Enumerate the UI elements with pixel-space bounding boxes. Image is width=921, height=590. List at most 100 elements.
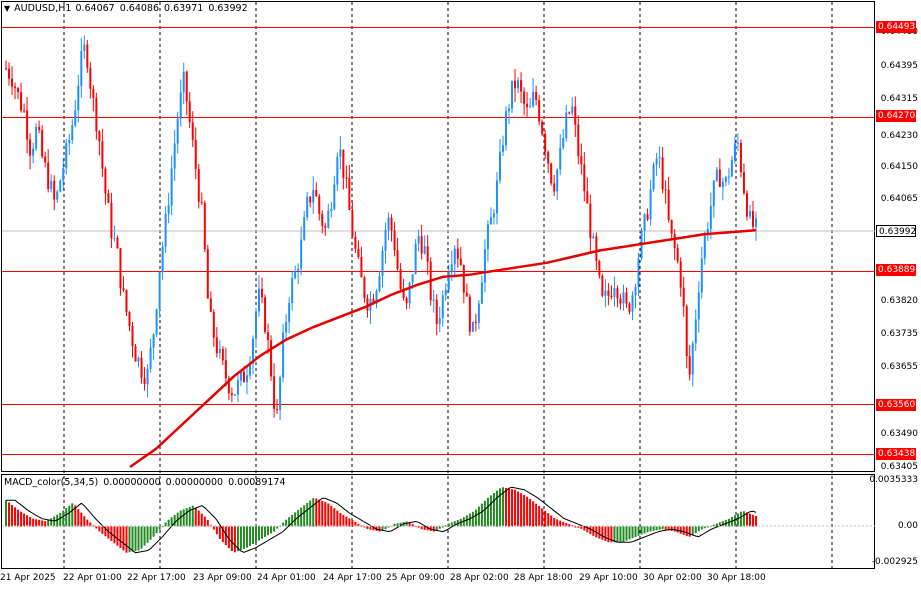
candle-body (200, 201, 203, 203)
macd-bar (733, 515, 736, 527)
macd-bar (438, 526, 441, 529)
candle-body (595, 236, 598, 261)
level-label[interactable]: 0.64270 (876, 110, 916, 122)
macd-bar (5, 500, 7, 527)
candle-body (673, 233, 676, 248)
candle-body (679, 261, 682, 288)
candle-body (119, 248, 122, 289)
candle-body (26, 110, 29, 140)
candle-body (351, 210, 354, 237)
macd-bar (17, 509, 20, 527)
candle-body (38, 126, 41, 130)
candle-body (544, 134, 547, 152)
candle-body (495, 180, 498, 214)
candle-body (179, 92, 182, 119)
level-label[interactable]: 0.64493 (876, 21, 916, 33)
price-tick: 0.63490 (880, 429, 918, 439)
candle-body (116, 237, 119, 249)
macd-bar (318, 499, 321, 527)
level-label[interactable]: 0.63889 (876, 264, 916, 276)
price-tick: 0.63735 (880, 329, 918, 339)
candle-body (583, 164, 586, 192)
macd-value-1: 0.00000000 (103, 477, 161, 488)
chevron-down-icon[interactable]: ▼ (4, 4, 10, 13)
candle-body (664, 189, 667, 191)
level-label[interactable]: 0.63438 (876, 448, 916, 460)
candle-body (71, 125, 74, 141)
macd-bar (691, 526, 694, 535)
candle-body (303, 217, 306, 240)
macd-bar (526, 496, 529, 527)
macd-bar (273, 526, 276, 532)
macd-bar (577, 526, 580, 528)
candle-body (435, 299, 438, 324)
price-chart[interactable] (0, 0, 921, 590)
macd-bar (538, 506, 541, 527)
candle-body (285, 321, 288, 333)
macd-bar (420, 526, 423, 530)
macd-bar (29, 517, 32, 527)
chart-header: ▼ AUDUSD,H1 0.64067 0.64086 0.63971 0.63… (4, 3, 248, 14)
candle-body (68, 140, 71, 144)
candle-body (89, 67, 92, 89)
macd-bar (50, 518, 53, 527)
macd-bar (544, 510, 547, 527)
candle-body (670, 219, 673, 234)
macd-bar (62, 510, 65, 527)
macd-bar (44, 521, 47, 527)
macd-bar (652, 526, 655, 531)
macd-bar (116, 526, 119, 546)
macd-bar (330, 505, 333, 527)
candle-body (459, 258, 462, 265)
macd-bar (200, 513, 203, 527)
macd-bar (556, 519, 559, 527)
candle-body (438, 317, 441, 324)
macd-bar (342, 514, 345, 527)
candle-body (83, 44, 86, 52)
candle-body (703, 235, 706, 259)
candle-body (637, 258, 640, 287)
candle-body (194, 139, 197, 170)
candle-body (453, 248, 456, 265)
macd-bar (622, 526, 625, 542)
macd-bar (312, 498, 315, 527)
candle-body (128, 312, 131, 327)
candle-body (191, 122, 194, 140)
candle-body (559, 147, 562, 170)
level-label[interactable]: 0.63560 (876, 399, 916, 411)
candle-body (11, 78, 14, 87)
candle-body (625, 292, 628, 304)
macd-bar (649, 526, 652, 532)
candle-body (32, 148, 35, 156)
candle-body (489, 217, 492, 225)
macd-bar (607, 526, 610, 543)
macd-bar (212, 526, 215, 530)
candle-body (164, 213, 167, 247)
macd-bar (468, 513, 471, 527)
macd-bar (520, 493, 523, 527)
candle-body (508, 108, 511, 112)
candle-body (291, 278, 294, 304)
candle-body (601, 275, 604, 296)
macd-bar (68, 505, 71, 527)
macd-bar (276, 526, 279, 529)
candle-body (420, 235, 423, 254)
macd-tick: 0.00 (897, 521, 918, 531)
candle-body (492, 213, 495, 218)
candle-body (751, 211, 754, 227)
macd-bar (505, 487, 507, 527)
candle-body (318, 196, 321, 214)
macd-bar (703, 526, 706, 529)
candle-body (113, 237, 116, 239)
candle-body (378, 275, 381, 292)
candle-body (267, 331, 270, 341)
candle-body (423, 246, 426, 254)
candle-body (730, 160, 733, 177)
candle-body (755, 218, 757, 227)
macd-bar (77, 509, 80, 527)
macd-bar (739, 511, 742, 527)
macd-bar (264, 526, 267, 537)
candle-body (727, 176, 730, 178)
macd-bar (194, 507, 197, 527)
macd-bar (441, 526, 444, 528)
